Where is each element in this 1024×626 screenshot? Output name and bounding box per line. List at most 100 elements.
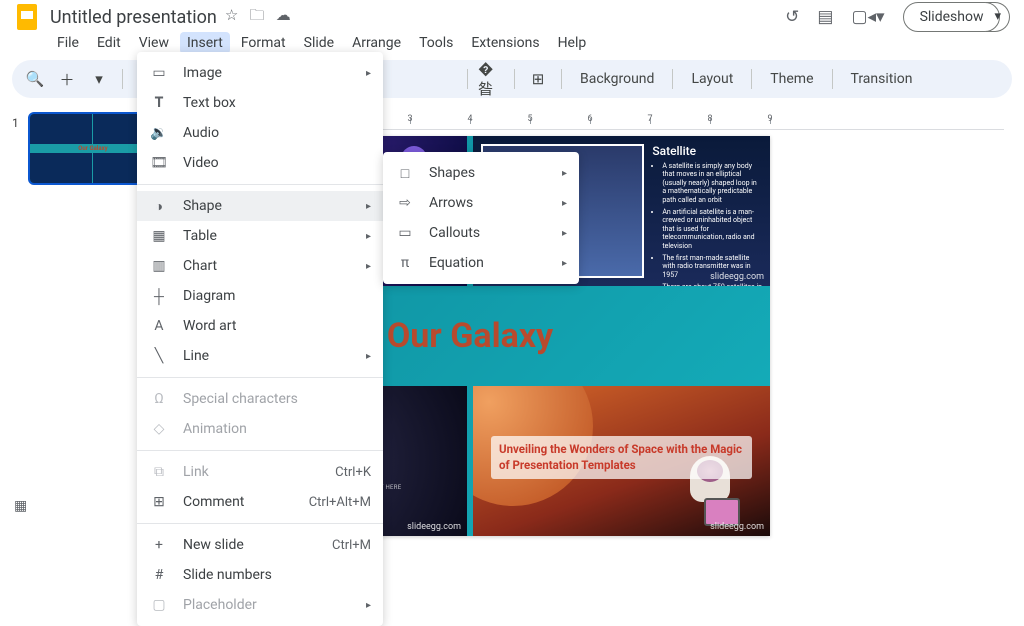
submenu-arrow-icon: ▸ (562, 228, 567, 239)
menu-item-label: Diagram (183, 288, 235, 304)
insert-menu: ▭ Image ▸ 𝐓Text box 🔉 Audio 🎞 Video ◑ Shape ▸ ▦ Tabl… (137, 52, 383, 626)
submenu-arrow-icon: ▸ (366, 351, 371, 362)
menu-item-word-art[interactable]: AWord art (137, 311, 383, 341)
ruler-label: 5 (527, 114, 532, 124)
submenu-arrow-icon: ▸ (366, 261, 371, 272)
menu-item-label: Audio (183, 125, 219, 141)
ruler-label: 8 (707, 114, 712, 124)
transition-button[interactable]: Transition (843, 67, 921, 91)
theme-button[interactable]: Theme (762, 67, 821, 91)
submenu-arrow-icon: ▸ (366, 600, 371, 611)
watermark: slideegg.com (710, 272, 764, 282)
satellite-heading: Satellite (652, 144, 762, 158)
menu-item-text-box[interactable]: 𝐓Text box (137, 88, 383, 118)
menu-item-diagram[interactable]: ┼Diagram (137, 281, 383, 311)
new-slide-button[interactable]: ＋ (54, 66, 80, 92)
shape-submenu: □Shapes▸⇨Arrows▸▭Callouts▸πEquation▸ (383, 152, 579, 284)
menu-item-label: Animation (183, 421, 247, 437)
chart-icon: ▥ (149, 258, 169, 274)
menu-item-table[interactable]: ▦ Table ▸ (137, 221, 383, 251)
menu-item-video[interactable]: 🎞 Video (137, 148, 383, 178)
animation-icon: ◇ (149, 421, 169, 437)
slideshow-label: Slideshow (920, 9, 984, 25)
submenu-arrow-icon: ▸ (366, 68, 371, 79)
specialchars-icon: Ω (149, 391, 169, 407)
menu-item-equation[interactable]: πEquation▸ (383, 248, 579, 278)
menu-item-shape[interactable]: ◑Shape▸ (137, 191, 383, 221)
ruler-label: 4 (467, 114, 472, 124)
ruler-label: 6 (587, 114, 592, 124)
menu-item-animation: ◇ Animation (137, 414, 383, 444)
history-icon[interactable]: ↺ (785, 7, 799, 27)
line-icon: ╲ (149, 348, 169, 364)
shape-icon: ◑ (149, 198, 169, 215)
submenu-arrow-icon: ▸ (562, 168, 567, 179)
menu-insert[interactable]: Insert (180, 32, 230, 54)
menu-item-shapes[interactable]: □ Shapes ▸ (383, 158, 579, 188)
grid-view-button[interactable]: ▦ (14, 498, 27, 514)
audio-icon: 🔉 (149, 125, 169, 141)
menu-item-line[interactable]: ╲Line▸ (137, 341, 383, 371)
meet-icon[interactable]: ▢◂▾ (851, 7, 884, 27)
menu-item-special-characters: Ω Special characters (137, 384, 383, 414)
menu-item-label: Table (183, 228, 217, 244)
menu-slide[interactable]: Slide (297, 32, 341, 54)
menu-item-label: Comment (183, 494, 244, 510)
menu-item-chart[interactable]: ▥Chart▸ (137, 251, 383, 281)
comment-icon: ⊞ (149, 494, 169, 510)
menu-item-image[interactable]: ▭ Image ▸ (137, 58, 383, 88)
menu-item-callouts[interactable]: ▭ Callouts ▸ (383, 218, 579, 248)
submenu-arrow-icon: ▸ (366, 231, 371, 242)
menu-item-arrows[interactable]: ⇨Arrows▸ (383, 188, 579, 218)
menu-help[interactable]: Help (551, 32, 594, 54)
shapes-icon: □ (395, 165, 415, 182)
ruler-label: 3 (407, 114, 412, 124)
slides-logo[interactable] (14, 0, 40, 34)
menu-item-audio[interactable]: 🔉 Audio (137, 118, 383, 148)
star-icon[interactable]: ☆ (225, 6, 238, 24)
menu-edit[interactable]: Edit (90, 32, 128, 54)
menu-shortcut: Ctrl+Alt+M (309, 495, 371, 510)
move-icon[interactable]: 🗀 (250, 6, 265, 24)
menu-format[interactable]: Format (234, 32, 293, 54)
slide-card-wonders: Unveiling the Wonders of Space with the … (473, 386, 770, 536)
callouts-icon: ▭ (395, 225, 415, 241)
search-icon[interactable]: 🔍 (22, 66, 48, 92)
menu-view[interactable]: View (132, 32, 176, 54)
arrows-icon: ⇨ (395, 195, 415, 211)
menu-item-label: Link (183, 464, 209, 480)
slideshow-dropdown[interactable]: ▾ (986, 2, 1010, 32)
menu-item-label: Callouts (429, 225, 480, 241)
menu-file[interactable]: File (50, 32, 86, 54)
equation-icon: π (395, 255, 415, 271)
menu-item-label: Word art (183, 318, 236, 334)
menu-item-label: New slide (183, 537, 244, 553)
submenu-arrow-icon: ▸ (562, 198, 567, 209)
layout-button[interactable]: Layout (683, 67, 741, 91)
menu-extensions[interactable]: Extensions (464, 32, 546, 54)
menu-item-label: Shape (183, 198, 222, 214)
table-icon: ▦ (149, 228, 169, 244)
menu-item-label: Special characters (183, 391, 298, 407)
newslide-icon: + (149, 537, 169, 553)
image-icon: ▭ (149, 65, 169, 81)
new-slide-dropdown[interactable]: ▾ (86, 66, 112, 92)
cloud-icon[interactable]: ☁ (276, 6, 291, 24)
zoom-button[interactable]: �昝 (478, 66, 504, 92)
menu-item-comment[interactable]: ⊞ Comment Ctrl+Alt+M (137, 487, 383, 517)
menu-item-label: Image (183, 65, 222, 81)
menu-tools[interactable]: Tools (412, 32, 460, 54)
menu-item-label: Shapes (429, 165, 475, 181)
comments-icon[interactable]: ▤ (817, 7, 833, 27)
insert-box-button[interactable]: ⊞ (525, 66, 551, 92)
background-button[interactable]: Background (572, 67, 662, 91)
video-icon: 🎞 (149, 155, 169, 171)
menu-item-slide-numbers[interactable]: #Slide numbers (137, 560, 383, 590)
menu-item-new-slide[interactable]: +New slideCtrl+M (137, 530, 383, 560)
menu-arrange[interactable]: Arrange (345, 32, 408, 54)
menu-item-label: Equation (429, 255, 484, 271)
menu-item-label: Video (183, 155, 219, 171)
ruler-label: 7 (647, 114, 652, 124)
doc-title[interactable]: Untitled presentation (50, 7, 217, 28)
menu-shortcut: Ctrl+K (335, 465, 371, 480)
